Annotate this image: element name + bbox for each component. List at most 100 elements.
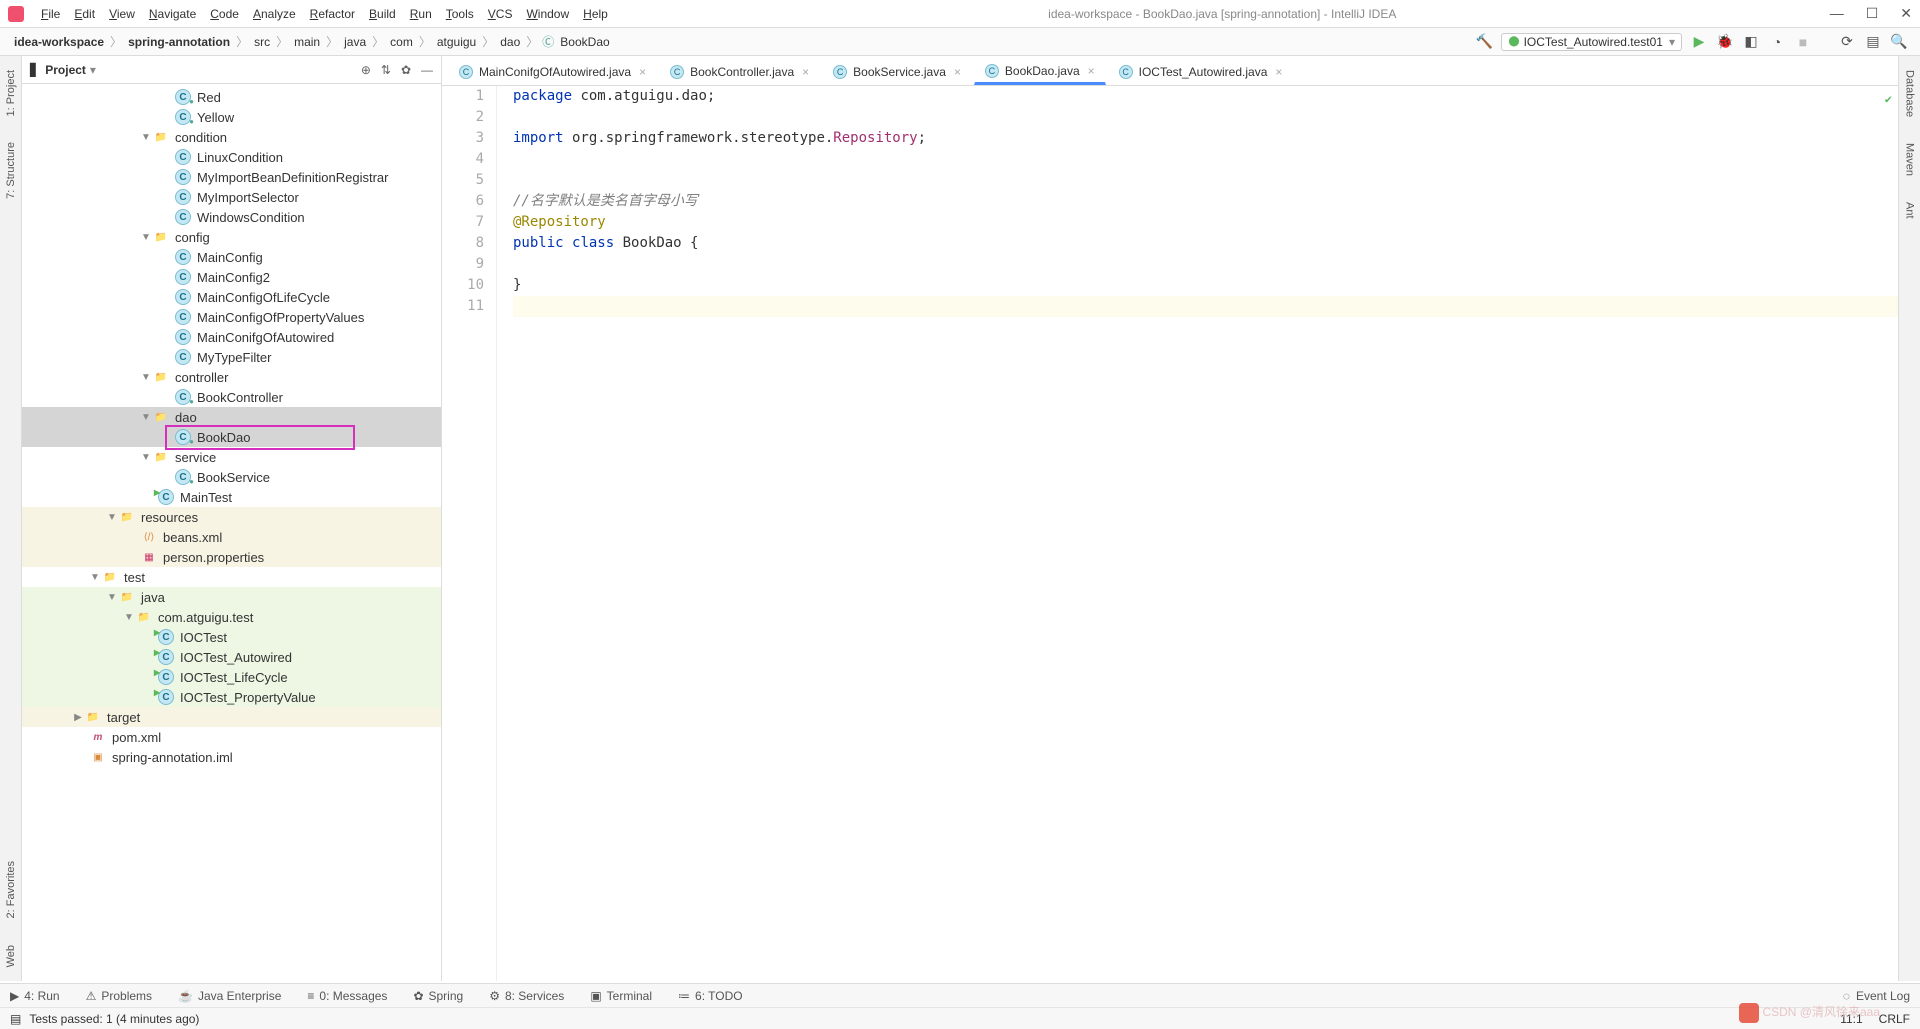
crumb-java[interactable]: java	[342, 35, 368, 49]
stop-button[interactable]: ■	[1794, 34, 1812, 50]
tree-row-IOCTest_Autowired[interactable]: C▶IOCTest_Autowired	[22, 647, 441, 667]
tree-row-IOCTest_LifeCycle[interactable]: C▶IOCTest_LifeCycle	[22, 667, 441, 687]
tree-row-pom.xml[interactable]: mpom.xml	[22, 727, 441, 747]
locate-icon[interactable]: ⊕	[361, 63, 371, 77]
menu-edit[interactable]: Edit	[67, 7, 102, 21]
bottom-tab-Services[interactable]: ⚙8: Services	[489, 989, 564, 1003]
close-tab-icon[interactable]: ×	[639, 65, 646, 79]
tab-MainConifgOfAutowired.java[interactable]: CMainConifgOfAutowired.java×	[448, 59, 657, 85]
tree-row-beans.xml[interactable]: ⟨/⟩beans.xml	[22, 527, 441, 547]
tree-row-Yellow[interactable]: C●Yellow	[22, 107, 441, 127]
close-icon[interactable]: ✕	[1900, 5, 1912, 22]
menu-build[interactable]: Build	[362, 7, 403, 21]
tree-row-MainConfigOfPropertyValues[interactable]: CMainConfigOfPropertyValues	[22, 307, 441, 327]
tree-row-spring-annotation.iml[interactable]: ▣spring-annotation.iml	[22, 747, 441, 767]
bottom-tab-Terminal[interactable]: ▣Terminal	[590, 989, 652, 1003]
minimize-icon[interactable]: —	[1830, 5, 1844, 22]
chevron-down-icon[interactable]: ▾	[90, 63, 96, 77]
tree-row-MainConfigOfLifeCycle[interactable]: CMainConfigOfLifeCycle	[22, 287, 441, 307]
tree-row-test[interactable]: ▼📁test	[22, 567, 441, 587]
maximize-icon[interactable]: ☐	[1866, 5, 1879, 22]
bottom-tab-Messages[interactable]: ≡0: Messages	[307, 989, 387, 1003]
tree-row-MyImportSelector[interactable]: CMyImportSelector	[22, 187, 441, 207]
tree-row-config[interactable]: ▼📁config	[22, 227, 441, 247]
crumb-spring-annotation[interactable]: spring-annotation	[126, 35, 232, 49]
crumb-idea-workspace[interactable]: idea-workspace	[12, 35, 106, 49]
tree-row-IOCTest[interactable]: C▶IOCTest	[22, 627, 441, 647]
bottom-tab-Spring[interactable]: ✿Spring	[413, 989, 463, 1003]
menu-run[interactable]: Run	[403, 7, 439, 21]
tree-row-LinuxCondition[interactable]: CLinuxCondition	[22, 147, 441, 167]
code-editor[interactable]: ✔ 1234567891011 package com.atguigu.dao;…	[442, 86, 1898, 981]
tree-row-condition[interactable]: ▼📁condition	[22, 127, 441, 147]
line-separator[interactable]: CRLF	[1879, 1012, 1910, 1026]
tree-row-java[interactable]: ▼📁java	[22, 587, 441, 607]
menu-navigate[interactable]: Navigate	[142, 7, 203, 21]
code-content[interactable]: package com.atguigu.dao; import org.spri…	[497, 86, 1898, 981]
bottom-tab-Run[interactable]: ▶4: Run	[10, 989, 60, 1003]
tree-row-MainConfig[interactable]: CMainConfig	[22, 247, 441, 267]
menu-view[interactable]: View	[102, 7, 142, 21]
tree-row-BookController[interactable]: C●BookController	[22, 387, 441, 407]
crumb-src[interactable]: src	[252, 35, 272, 49]
close-tab-icon[interactable]: ×	[954, 65, 961, 79]
menu-vcs[interactable]: VCS	[481, 7, 520, 21]
tree-row-resources[interactable]: ▼📁resources	[22, 507, 441, 527]
tree-row-controller[interactable]: ▼📁controller	[22, 367, 441, 387]
tree-row-MainConfig2[interactable]: CMainConfig2	[22, 267, 441, 287]
update-button[interactable]: ⟳	[1838, 33, 1856, 50]
structure-button[interactable]: ▤	[1864, 33, 1882, 50]
crumb-dao[interactable]: dao	[498, 35, 522, 49]
tool-web[interactable]: Web	[5, 941, 17, 971]
breadcrumb[interactable]: idea-workspace〉spring-annotation〉src〉mai…	[12, 33, 612, 50]
run-button[interactable]: ▶	[1690, 33, 1708, 50]
close-tab-icon[interactable]: ×	[1275, 65, 1282, 79]
tool-ant[interactable]: Ant	[1904, 198, 1916, 223]
tree-row-service[interactable]: ▼📁service	[22, 447, 441, 467]
profile-button[interactable]: ◔	[1768, 34, 1786, 50]
menu-help[interactable]: Help	[576, 7, 615, 21]
tree-row-com.atguigu.test[interactable]: ▼📁com.atguigu.test	[22, 607, 441, 627]
settings-icon[interactable]: ✿	[401, 63, 411, 77]
tab-IOCTest_Autowired.java[interactable]: CIOCTest_Autowired.java×	[1108, 59, 1294, 85]
bottom-tab-JavaEnterprise[interactable]: ☕Java Enterprise	[178, 989, 281, 1003]
tree-row-target[interactable]: ▶📁target	[22, 707, 441, 727]
tool-database[interactable]: Database	[1904, 66, 1916, 121]
menu-refactor[interactable]: Refactor	[303, 7, 362, 21]
close-tab-icon[interactable]: ×	[802, 65, 809, 79]
coverage-button[interactable]: ◧	[1742, 33, 1760, 50]
menu-file[interactable]: File	[34, 7, 67, 21]
tool-structure[interactable]: 7: Structure	[5, 138, 17, 203]
project-tree[interactable]: C●RedC●Yellow▼📁conditionCLinuxConditionC…	[22, 84, 441, 981]
tree-row-MainConifgOfAutowired[interactable]: CMainConifgOfAutowired	[22, 327, 441, 347]
project-panel-title[interactable]: Project	[45, 63, 86, 77]
tree-row-WindowsCondition[interactable]: CWindowsCondition	[22, 207, 441, 227]
tree-row-BookDao[interactable]: C●BookDao	[22, 427, 441, 447]
search-everywhere-button[interactable]: 🔍	[1890, 33, 1908, 50]
tool-project[interactable]: 1: Project	[5, 66, 17, 120]
caret-position[interactable]: 11:1	[1840, 1012, 1862, 1026]
status-icon[interactable]: ▤	[10, 1012, 21, 1026]
run-config-selector[interactable]: ⬤ IOCTest_Autowired.test01 ▾	[1501, 33, 1682, 51]
build-icon[interactable]: 🔨	[1475, 33, 1493, 50]
tree-row-MyImportBeanDefinitionRegistrar[interactable]: CMyImportBeanDefinitionRegistrar	[22, 167, 441, 187]
tab-BookController.java[interactable]: CBookController.java×	[659, 59, 820, 85]
tool-maven[interactable]: Maven	[1904, 139, 1916, 180]
tree-row-BookService[interactable]: C●BookService	[22, 467, 441, 487]
crumb-BookDao[interactable]: BookDao	[558, 35, 611, 49]
hide-icon[interactable]: —	[421, 63, 433, 77]
debug-button[interactable]: 🐞	[1716, 33, 1734, 50]
tree-row-MyTypeFilter[interactable]: CMyTypeFilter	[22, 347, 441, 367]
bottom-tab-TODO[interactable]: ≔6: TODO	[678, 989, 743, 1003]
tree-row-IOCTest_PropertyValue[interactable]: C▶IOCTest_PropertyValue	[22, 687, 441, 707]
tree-row-dao[interactable]: ▼📁dao	[22, 407, 441, 427]
crumb-com[interactable]: com	[388, 35, 415, 49]
tree-row-MainTest[interactable]: C▶MainTest	[22, 487, 441, 507]
menu-window[interactable]: Window	[519, 7, 576, 21]
tab-BookDao.java[interactable]: CBookDao.java×	[974, 59, 1106, 85]
menu-code[interactable]: Code	[203, 7, 246, 21]
menu-analyze[interactable]: Analyze	[246, 7, 303, 21]
tab-BookService.java[interactable]: CBookService.java×	[822, 59, 972, 85]
project-view-icon[interactable]: ▋	[30, 63, 39, 77]
menu-tools[interactable]: Tools	[439, 7, 481, 21]
